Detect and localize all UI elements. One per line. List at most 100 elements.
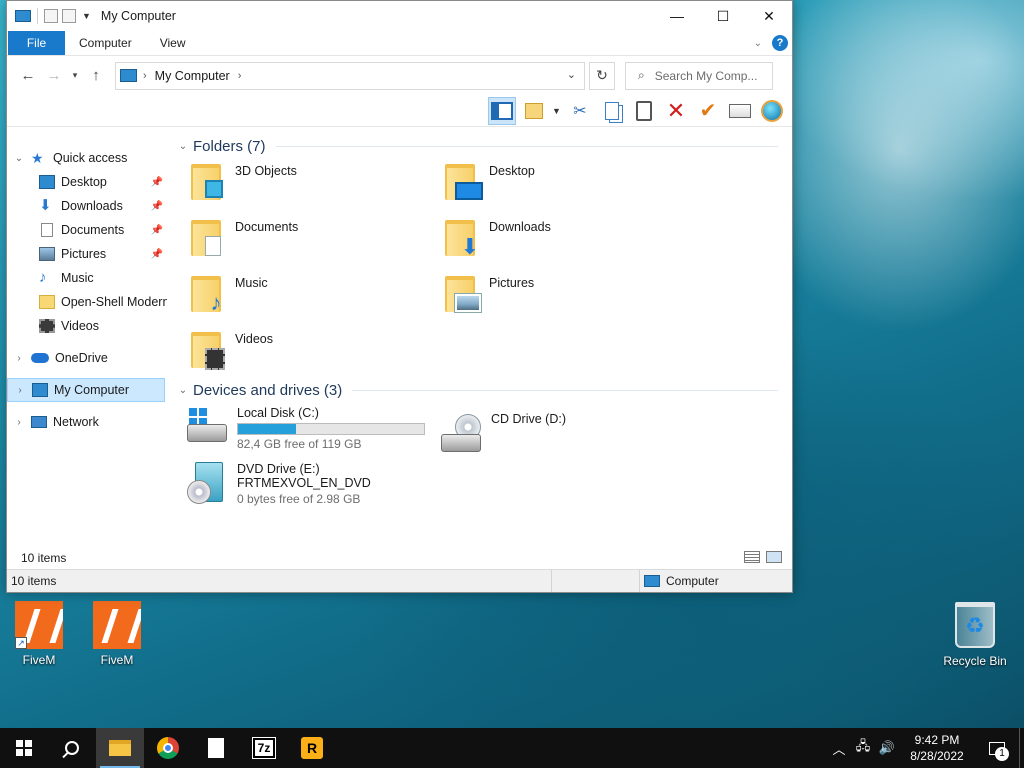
download-arrow-icon: ⬇: [39, 197, 52, 214]
folder-item-documents[interactable]: Documents: [189, 214, 443, 270]
open-shell-button[interactable]: [758, 97, 786, 125]
group-collapse-chevron-icon[interactable]: ⌄: [173, 141, 193, 152]
search-icon: ⌕: [638, 68, 645, 82]
view-mode-button[interactable]: [520, 97, 548, 125]
navigation-pane-icon: [491, 101, 513, 120]
paste-button[interactable]: [630, 97, 658, 125]
nav-item-documents[interactable]: Documents 📌: [7, 218, 167, 242]
show-desktop-button[interactable]: [1019, 728, 1024, 768]
minimize-button[interactable]: —: [654, 1, 700, 31]
folder-item-music[interactable]: ♪ Music: [189, 270, 443, 326]
group-header-devices[interactable]: ⌄ Devices and drives (3): [173, 378, 792, 402]
nav-item-desktop[interactable]: Desktop 📌: [7, 170, 167, 194]
nav-my-computer[interactable]: › My Computer: [7, 378, 165, 402]
folder-item-videos[interactable]: Videos: [189, 326, 443, 382]
tab-view[interactable]: View: [146, 31, 200, 55]
expand-ribbon-chevron-icon[interactable]: ⌄: [754, 38, 762, 49]
folder-label: Pictures: [489, 276, 535, 290]
start-button[interactable]: [0, 728, 48, 768]
network-tray-icon[interactable]: 🖧: [851, 737, 875, 759]
taskbar-7zip[interactable]: 7z: [240, 728, 288, 768]
folder-item-3d-objects[interactable]: 3D Objects: [189, 158, 443, 214]
taskbar-chrome[interactable]: [144, 728, 192, 768]
nav-onedrive[interactable]: › OneDrive: [7, 346, 167, 370]
breadcrumb-chevron-icon[interactable]: ›: [143, 70, 147, 82]
close-button[interactable]: ✕: [746, 1, 792, 31]
help-icon[interactable]: ?: [772, 35, 788, 51]
back-button[interactable]: ←: [15, 67, 41, 84]
action-center-button[interactable]: 1: [975, 728, 1019, 768]
nav-item-downloads[interactable]: ⬇ Downloads 📌: [7, 194, 167, 218]
drive-item-d[interactable]: CD Drive (D:): [439, 402, 693, 458]
refresh-button[interactable]: ↻: [589, 61, 615, 90]
pin-icon: 📌: [150, 176, 163, 188]
volume-icon[interactable]: 🔊: [875, 740, 899, 756]
search-input[interactable]: ⌕ Search My Comp...: [625, 61, 773, 90]
copy-button[interactable]: [598, 97, 626, 125]
taskbar-notepad[interactable]: [192, 728, 240, 768]
folder-item-desktop[interactable]: Desktop: [443, 158, 697, 214]
properties-button[interactable]: [726, 97, 754, 125]
folders-grid: 3D Objects Desktop Documents ⬇ Downloads…: [173, 158, 792, 382]
customize-qat-chevron-icon[interactable]: ▼: [82, 11, 91, 21]
breadcrumb-chevron-icon[interactable]: ›: [238, 70, 242, 82]
nav-quick-access[interactable]: ⌄ ★ Quick access: [7, 146, 167, 170]
drive-item-c[interactable]: Local Disk (C:) 82,4 GB free of 119 GB: [185, 402, 439, 458]
maximize-button[interactable]: ☐: [700, 1, 746, 31]
taskbar-rockstar-launcher[interactable]: R: [288, 728, 336, 768]
nav-item-videos[interactable]: Videos: [7, 314, 167, 338]
taskbar-file-explorer[interactable]: [96, 728, 144, 768]
7zip-icon: 7z: [252, 737, 276, 759]
pictures-icon: [39, 247, 55, 261]
explorer-window: ▼ My Computer — ☐ ✕ File Computer View ⌄…: [6, 0, 793, 593]
recycle-bin-icon: [955, 602, 995, 648]
forward-button[interactable]: →: [41, 67, 67, 84]
drive-item-e[interactable]: DVD Drive (E:) FRTMEXVOL_EN_DVD 0 bytes …: [185, 458, 439, 514]
navigation-pane-button[interactable]: [488, 96, 516, 125]
clock[interactable]: 9:42 PM 8/28/2022: [899, 732, 975, 764]
collapsed-chevron-icon[interactable]: ›: [7, 417, 31, 428]
collapsed-chevron-icon[interactable]: ›: [8, 385, 32, 396]
title-bar[interactable]: ▼ My Computer — ☐ ✕: [7, 1, 792, 31]
collapsed-chevron-icon[interactable]: ›: [7, 353, 31, 364]
tab-computer[interactable]: Computer: [65, 31, 146, 55]
select-button[interactable]: ✔: [694, 97, 722, 125]
view-mode-chevron-icon[interactable]: ▼: [552, 106, 562, 116]
address-bar[interactable]: › My Computer › ⌄: [115, 61, 585, 90]
folder-item-pictures[interactable]: Pictures: [443, 270, 697, 326]
new-folder-icon[interactable]: [62, 9, 76, 23]
folder-item-downloads[interactable]: ⬇ Downloads: [443, 214, 697, 270]
details-view-icon[interactable]: [744, 551, 760, 563]
search-button[interactable]: [48, 728, 96, 768]
nav-network[interactable]: › Network: [7, 410, 167, 434]
cut-button[interactable]: ✂: [566, 97, 594, 125]
group-header-folders[interactable]: ⌄ Folders (7): [173, 134, 792, 158]
group-title: Devices and drives (3): [193, 381, 343, 399]
group-collapse-chevron-icon[interactable]: ⌄: [173, 385, 193, 396]
nav-label: Music: [61, 271, 94, 285]
desktop-icon-recycle-bin[interactable]: Recycle Bin: [940, 602, 1010, 668]
folder-downloads-icon: ⬇: [443, 218, 481, 260]
classic-toolbar: ▼ ✂ ✕ ✔: [7, 95, 792, 127]
large-icons-view-icon[interactable]: [766, 551, 782, 563]
delete-button[interactable]: ✕: [662, 97, 690, 125]
desktop-icon-fivem-1[interactable]: ↗ FiveM: [4, 601, 74, 667]
nav-item-open-shell[interactable]: Open-Shell Modern: [7, 290, 167, 314]
nav-item-pictures[interactable]: Pictures 📌: [7, 242, 167, 266]
show-hidden-icons-chevron-icon[interactable]: ︿: [827, 739, 851, 758]
tab-file[interactable]: File: [8, 31, 65, 55]
nav-label: Downloads: [61, 199, 123, 213]
divider: [352, 389, 778, 391]
properties-icon[interactable]: [44, 9, 58, 23]
breadcrumb-my-computer[interactable]: My Computer: [155, 69, 230, 83]
up-button[interactable]: ↑: [83, 67, 109, 84]
search-icon: [65, 741, 79, 755]
address-history-chevron-icon[interactable]: ⌄: [567, 68, 576, 81]
expanded-chevron-icon[interactable]: ⌄: [7, 153, 31, 164]
desktop-icon-fivem-2[interactable]: FiveM: [82, 601, 152, 667]
recent-locations-chevron-icon[interactable]: ▾: [67, 70, 83, 81]
drive-usage-fill: [238, 424, 296, 434]
drive-free-space: 0 bytes free of 2.98 GB: [237, 492, 361, 506]
nav-item-music[interactable]: ♪ Music: [7, 266, 167, 290]
desktop-icon-label: FiveM: [22, 653, 56, 667]
